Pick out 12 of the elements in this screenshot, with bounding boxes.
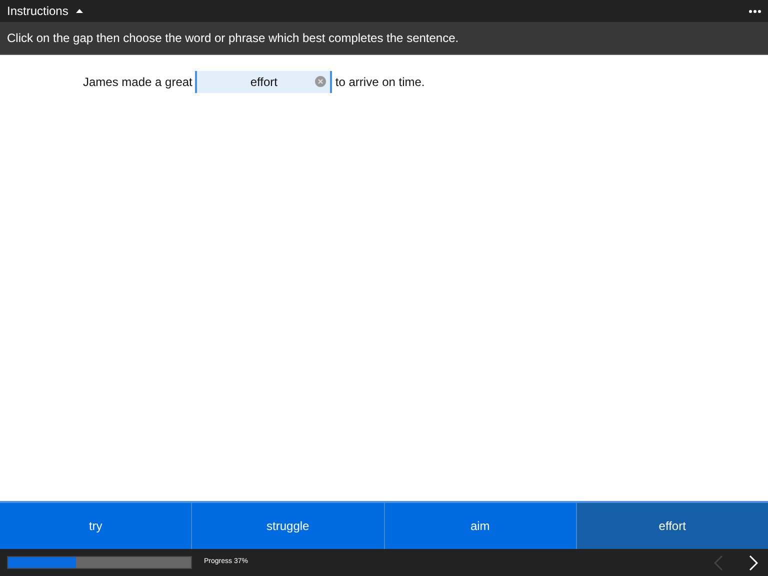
answer-gap[interactable]: effort (195, 71, 332, 93)
sentence-text: to arrive on time. (335, 74, 425, 91)
triangle-icon[interactable] (76, 9, 84, 13)
more-icon[interactable] (749, 10, 761, 12)
option-button[interactable]: try (0, 503, 192, 549)
header-title[interactable]: Instructions (7, 2, 68, 20)
instruction-text: Click on the gap then choose the word or phrase which best completes the sentence. (7, 30, 459, 47)
option-button[interactable]: effort (576, 503, 768, 549)
option-button[interactable]: aim (384, 503, 576, 549)
option-button[interactable]: struggle (191, 503, 384, 549)
sentence-text: James made a great (83, 74, 192, 91)
chevron-right-icon[interactable] (749, 554, 758, 570)
